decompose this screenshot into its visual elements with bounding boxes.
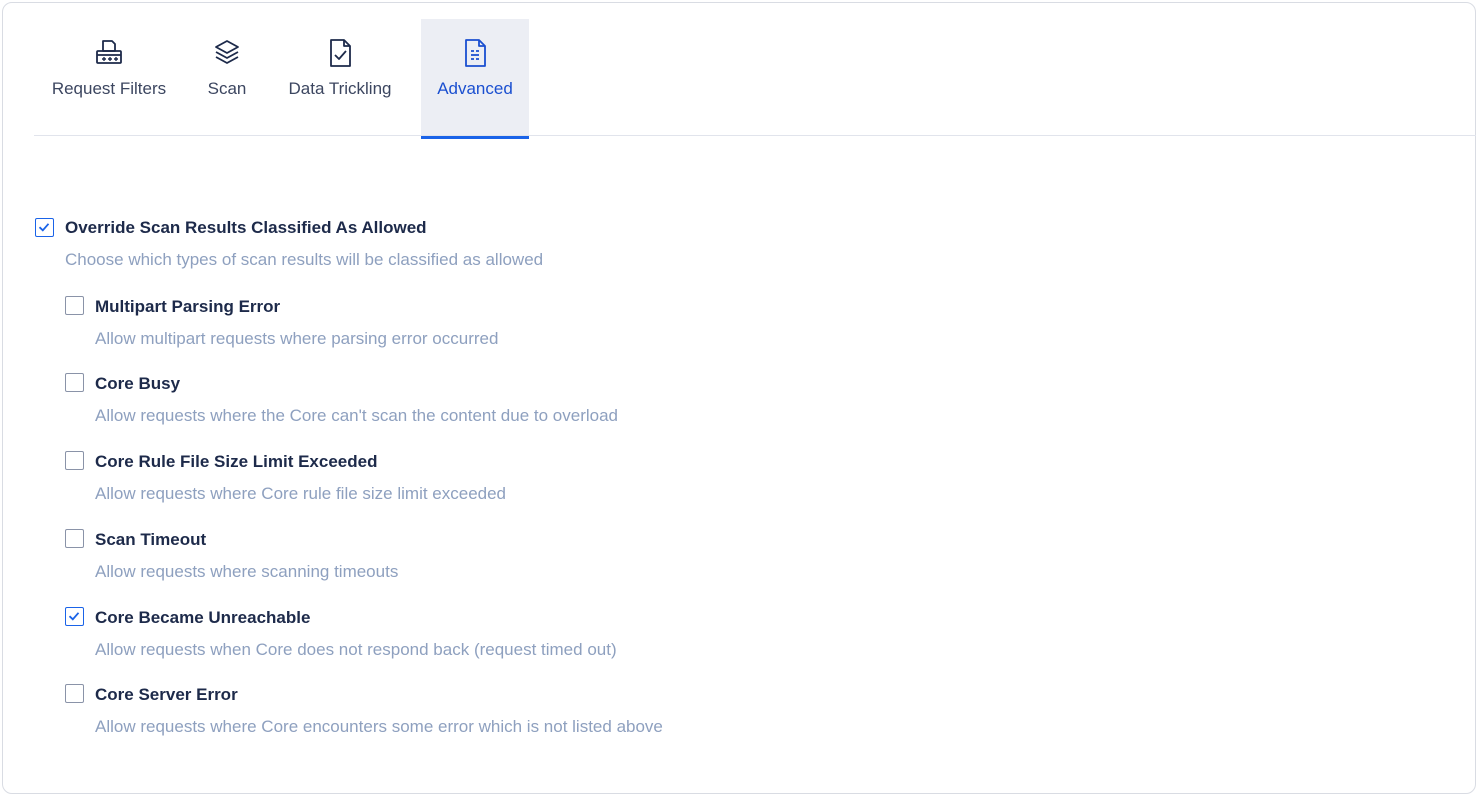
option-title: Scan Timeout xyxy=(95,530,207,549)
option-title: Core Rule File Size Limit Exceeded xyxy=(95,452,378,471)
override-description: Choose which types of scan results will … xyxy=(65,250,544,269)
scan-timeout-checkbox[interactable] xyxy=(65,529,84,548)
tab-scan[interactable]: Scan xyxy=(196,19,258,138)
tab-label: Advanced xyxy=(437,79,513,98)
document-check-icon xyxy=(325,36,355,70)
core-became-unreachable-checkbox[interactable] xyxy=(65,607,84,626)
option-description: Allow requests where the Core can't scan… xyxy=(95,406,618,425)
option-description: Allow requests where scanning timeouts xyxy=(95,562,399,581)
option-description: Allow requests where Core rule file size… xyxy=(95,484,507,503)
override-title: Override Scan Results Classified As Allo… xyxy=(65,218,427,237)
option-description: Allow multipart requests where parsing e… xyxy=(95,329,499,348)
tab-data-trickling[interactable]: Data Trickling xyxy=(276,19,404,138)
tabs-divider xyxy=(34,135,1476,136)
option-description: Allow requests when Core does not respon… xyxy=(95,640,617,659)
core-busy-checkbox[interactable] xyxy=(65,373,84,392)
checkmark-icon xyxy=(38,223,50,232)
tab-request-filters[interactable]: Request Filters xyxy=(35,19,183,138)
filter-device-icon xyxy=(94,36,124,70)
tab-label: Data Trickling xyxy=(288,79,392,98)
tab-advanced[interactable]: Advanced xyxy=(421,19,529,139)
document-text-icon xyxy=(460,36,490,70)
option-title: Core Became Unreachable xyxy=(95,608,311,627)
core-rule-file-size-checkbox[interactable] xyxy=(65,451,84,470)
option-description: Allow requests where Core encounters som… xyxy=(95,717,663,736)
layers-icon xyxy=(212,36,242,70)
option-title: Core Server Error xyxy=(95,685,238,704)
checkmark-icon xyxy=(68,612,80,621)
core-server-error-checkbox[interactable] xyxy=(65,684,84,703)
option-title: Core Busy xyxy=(95,374,181,393)
tab-label: Request Filters xyxy=(51,79,167,98)
multipart-parsing-error-checkbox[interactable] xyxy=(65,296,84,315)
option-title: Multipart Parsing Error xyxy=(95,297,281,316)
tab-label: Scan xyxy=(207,79,247,98)
override-checkbox[interactable] xyxy=(35,218,54,237)
